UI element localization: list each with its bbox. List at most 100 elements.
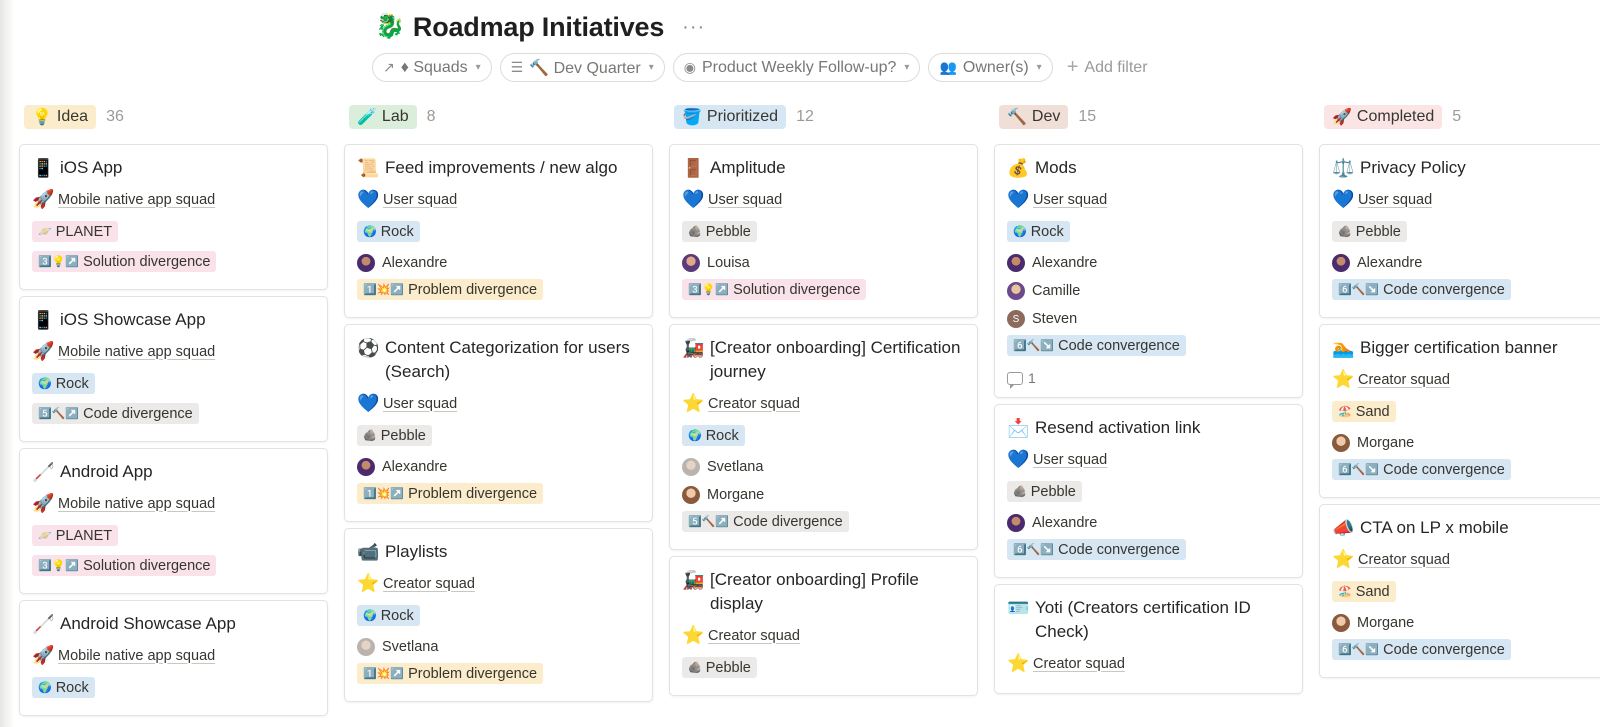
column-status-tag[interactable]: 🪣 Prioritized <box>674 105 787 129</box>
column-count: 8 <box>426 108 436 125</box>
squad-emoji-icon: 🚀 <box>32 493 55 513</box>
tag-label: Rock <box>55 679 89 696</box>
board-card[interactable]: 🚪 Amplitude 💙 User squad 🪨 Pebble Louisa 3️⃣💡↗️… <box>669 144 978 318</box>
card-title-row: 📣 CTA on LP x mobile <box>1332 516 1600 540</box>
card-title: Yoti (Creators certification ID Check) <box>1035 598 1251 641</box>
card-squad[interactable]: ⭐ Creator squad <box>1007 653 1290 674</box>
owner-name: Morgane <box>707 487 765 503</box>
card-squad[interactable]: 💙 User squad <box>357 393 640 414</box>
card-squad[interactable]: ⭐ Creator squad <box>1332 369 1600 390</box>
card-owner: Camille <box>1007 279 1290 303</box>
column-status-tag[interactable]: 🔨 Dev <box>999 105 1069 129</box>
board-card[interactable]: 🚂 [Creator onboarding] Certification jour… <box>669 324 978 550</box>
tag-emoji-icon: 🌍 <box>38 682 52 694</box>
board-card[interactable]: 📹 Playlists ⭐ Creator squad 🌍 Rock Svetlana 1️⃣… <box>344 528 653 702</box>
property-tag: 🌍 Rock <box>357 221 420 242</box>
chevron-down-icon: ▾ <box>648 62 654 73</box>
card-title-row: 🏊 Bigger certification banner <box>1332 336 1600 360</box>
column-header: 🔨 Dev 15 <box>994 104 1303 130</box>
card-emoji-icon: 🚂 <box>682 338 705 358</box>
card-emoji-icon: 🦯 <box>32 614 55 634</box>
squad-label: Mobile native app squad <box>58 343 216 360</box>
card-owner: S Steven <box>1007 307 1290 331</box>
filter-chip-1[interactable]: ☰ 🔨 Dev Quarter ▾ <box>499 53 665 82</box>
property-tag: 🪐 PLANET <box>32 221 119 242</box>
column-header: 🚀 Completed 5 <box>1319 104 1600 130</box>
card-owner: Svetlana <box>682 455 965 479</box>
card-owner: Morgane <box>1332 611 1600 635</box>
filter-chip-0[interactable]: ↗ ♦ Squads ▾ <box>372 53 492 82</box>
column-status-tag[interactable]: 💡 Idea <box>24 105 97 129</box>
more-options-button[interactable]: ··· <box>682 16 705 39</box>
card-title-row: 🚂 [Creator onboarding] Certification jour… <box>682 336 965 384</box>
board-card[interactable]: 📜 Feed improvements / new algo 💙 User squad… <box>344 144 653 318</box>
add-filter-button[interactable]: + Add filter <box>1061 56 1154 79</box>
board-card[interactable]: 🦯 Android Showcase App 🚀 Mobile native app … <box>19 600 328 716</box>
tag-emoji-icon: 1️⃣💥↗️ <box>363 668 405 680</box>
avatar <box>1007 254 1025 272</box>
filter-label: 🔨 Dev Quarter <box>529 59 641 77</box>
tag-label: Problem divergence <box>408 485 538 502</box>
card-squad[interactable]: ⭐ Creator squad <box>682 625 965 646</box>
squad-emoji-icon: ⭐ <box>1007 653 1030 673</box>
filter-chip-2[interactable]: ◉ Product Weekly Follow-up? ▾ <box>672 53 921 82</box>
card-squad[interactable]: ⭐ Creator squad <box>682 393 965 414</box>
card-title: CTA on LP x mobile <box>1360 518 1509 537</box>
filter-icon: ☰ <box>510 59 524 75</box>
board-card[interactable]: 📱 iOS Showcase App 🚀 Mobile native app squa… <box>19 296 328 442</box>
column-count: 15 <box>1078 108 1097 125</box>
avatar <box>1332 254 1350 272</box>
filter-chip-3[interactable]: 👥 Owner(s) ▾ <box>928 53 1053 82</box>
card-emoji-icon: ⚽ <box>357 338 380 358</box>
card-emoji-icon: 🏊 <box>1332 338 1355 358</box>
property-tag: 🪨 Pebble <box>1007 481 1082 502</box>
card-squad[interactable]: 🚀 Mobile native app squad <box>32 189 315 210</box>
tag-label: Rock <box>380 223 414 240</box>
board-card[interactable]: 🦯 Android App 🚀 Mobile native app squad 🪐 PLA… <box>19 448 328 594</box>
page-title[interactable]: Roadmap Initiatives <box>413 12 664 43</box>
column-count: 12 <box>796 108 814 125</box>
card-squad[interactable]: ⭐ Creator squad <box>357 573 640 594</box>
tag-emoji-icon: 6️⃣🔨↘️ <box>1338 644 1380 656</box>
column-status-tag[interactable]: 🚀 Completed <box>1324 105 1443 129</box>
column-label: Lab <box>381 108 409 125</box>
card-squad[interactable]: 💙 User squad <box>357 189 640 210</box>
board-card[interactable]: 💰 Mods 💙 User squad 🌍 Rock Alexandre Camille S St… <box>994 144 1303 398</box>
card-owner: Morgane <box>682 483 965 507</box>
property-tag: 1️⃣💥↗️ Problem divergence <box>357 279 544 300</box>
card-emoji-icon: 🦯 <box>32 462 55 482</box>
card-squad[interactable]: 💙 User squad <box>682 189 965 210</box>
card-squad[interactable]: 💙 User squad <box>1332 189 1600 210</box>
card-squad[interactable]: 🚀 Mobile native app squad <box>32 645 315 666</box>
card-squad[interactable]: 💙 User squad <box>1007 189 1290 210</box>
board-card[interactable]: 🪪 Yoti (Creators certification ID Check) ⭐… <box>994 584 1303 694</box>
board-column-idea: 💡 Idea 36 📱 iOS App 🚀 Mobile native app squad 🪐… <box>19 104 328 722</box>
card-comments[interactable]: 1 <box>1007 367 1290 389</box>
board-card[interactable]: 📣 CTA on LP x mobile ⭐ Creator squad 🏖️ Sand M… <box>1319 504 1600 678</box>
owner-name: Alexandre <box>382 459 448 475</box>
card-squad[interactable]: ⭐ Creator squad <box>1332 549 1600 570</box>
property-tag: 🏖️ Sand <box>1332 581 1396 602</box>
tag-label: Code divergence <box>733 513 843 530</box>
property-tag: 1️⃣💥↗️ Problem divergence <box>357 663 544 684</box>
tag-emoji-icon: 3️⃣💡↗️ <box>38 560 80 572</box>
board-card[interactable]: 📱 iOS App 🚀 Mobile native app squad 🪐 PLANET 3… <box>19 144 328 290</box>
card-squad[interactable]: 💙 User squad <box>1007 449 1290 470</box>
board-card[interactable]: ⚖️ Privacy Policy 💙 User squad 🪨 Pebble Alexan… <box>1319 144 1600 318</box>
column-status-tag[interactable]: 🧪 Lab <box>349 105 417 129</box>
board-card[interactable]: 📩 Resend activation link 💙 User squad 🪨 Pebbl… <box>994 404 1303 578</box>
tag-label: Sand <box>1355 583 1390 600</box>
board-card[interactable]: 🚂 [Creator onboarding] Profile display ⭐ Cr… <box>669 556 978 696</box>
tag-emoji-icon: 🌍 <box>363 610 377 622</box>
tag-emoji-icon: 🌍 <box>688 430 702 442</box>
card-emoji-icon: 📹 <box>357 542 380 562</box>
card-squad[interactable]: 🚀 Mobile native app squad <box>32 341 315 362</box>
card-squad[interactable]: 🚀 Mobile native app squad <box>32 493 315 514</box>
tag-label: Pebble <box>1030 483 1076 500</box>
board-card[interactable]: 🏊 Bigger certification banner ⭐ Creator squ… <box>1319 324 1600 498</box>
tag-label: Code convergence <box>1383 461 1505 478</box>
board-card[interactable]: ⚽ Content Categorization for users (Searc… <box>344 324 653 522</box>
status-emoji-icon: 🚀 <box>1332 109 1352 126</box>
avatar <box>1332 434 1350 452</box>
card-title-row: 📱 iOS App <box>32 156 315 180</box>
